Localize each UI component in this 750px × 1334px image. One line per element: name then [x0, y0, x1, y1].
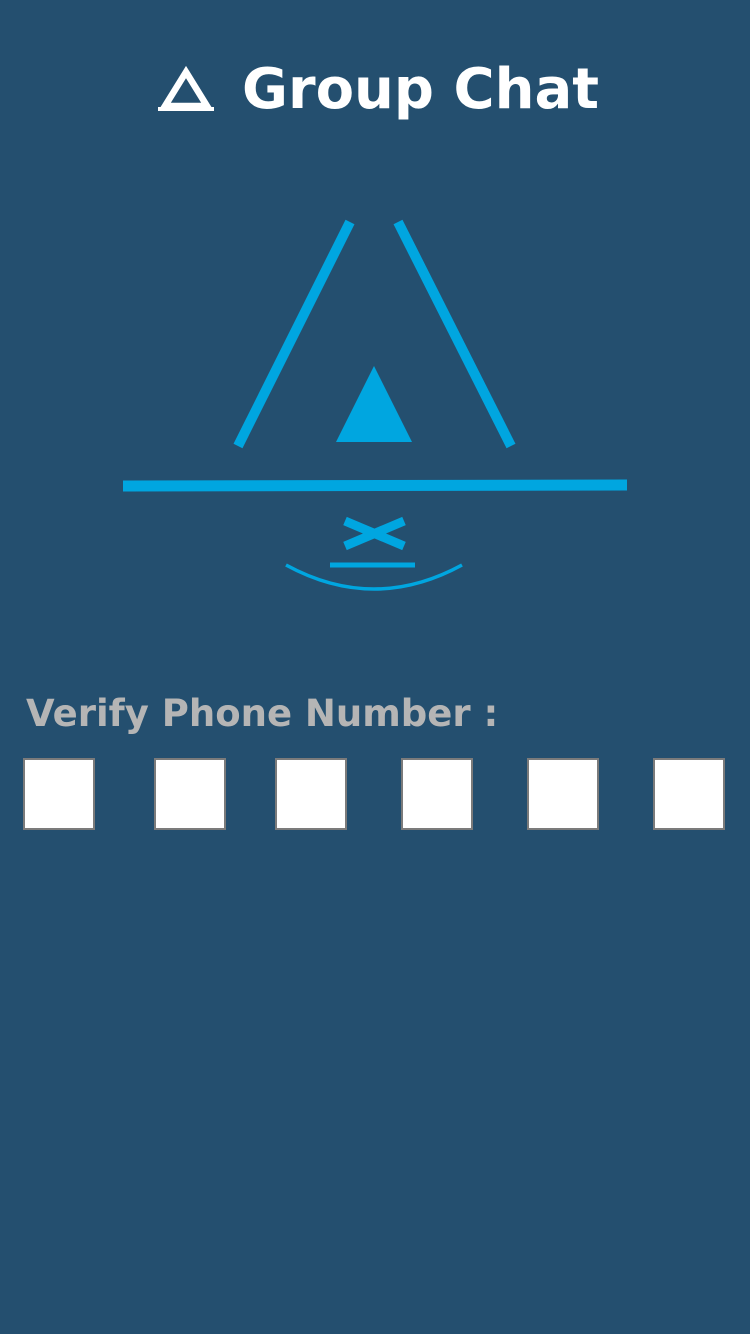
group-chat-emblem-icon: [122, 219, 628, 591]
triangle-logo-icon: [158, 65, 214, 111]
emblem-right-stroke: [393, 219, 516, 449]
otp-digit-4[interactable]: [401, 758, 473, 830]
emblem-smile-arc: [285, 563, 463, 591]
emblem-left-stroke: [233, 219, 355, 449]
verify-phone-label: Verify Phone Number :: [26, 692, 499, 735]
otp-digit-2[interactable]: [154, 758, 226, 830]
emblem-horizon-line: [122, 479, 628, 492]
otp-digit-1[interactable]: [23, 758, 95, 830]
emblem-inner-triangle: [336, 366, 412, 442]
otp-digit-5[interactable]: [527, 758, 599, 830]
otp-digit-6[interactable]: [653, 758, 725, 830]
app-header: Group Chat: [0, 52, 750, 132]
otp-digit-3[interactable]: [275, 758, 347, 830]
app-title: Group Chat: [242, 57, 600, 122]
